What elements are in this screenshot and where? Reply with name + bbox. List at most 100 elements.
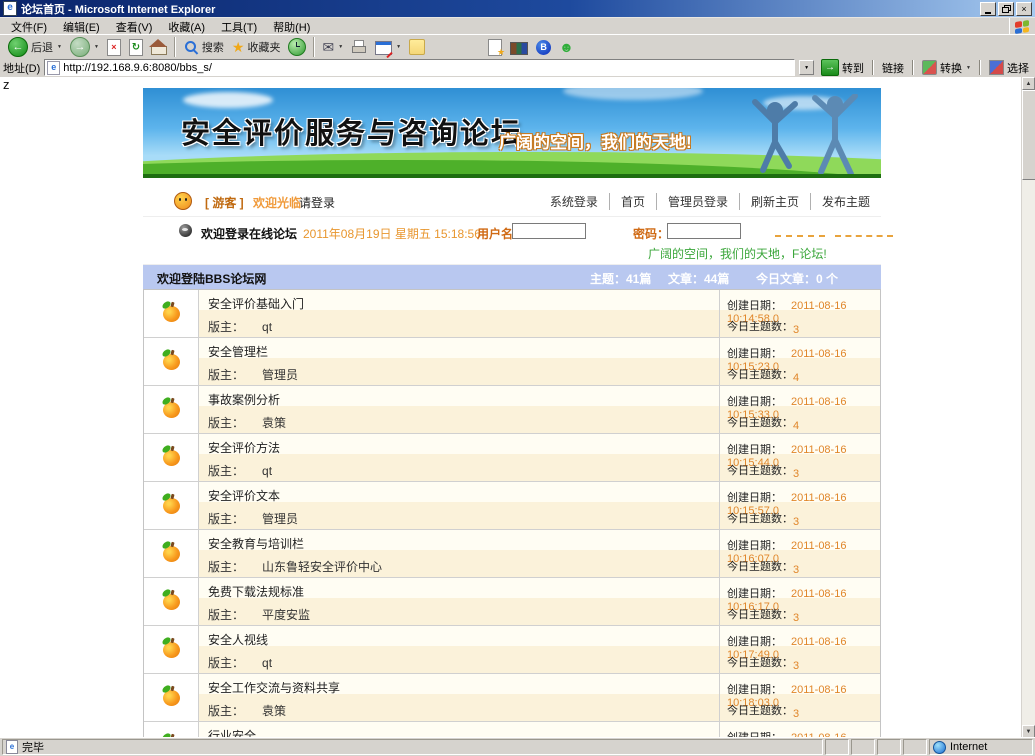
forum-title-link[interactable]: 事故案例分析 [208,391,280,408]
address-label: 地址(D) [3,60,40,76]
login-prompt-link[interactable]: 请登录 [299,194,335,211]
favorites-button[interactable]: ★ 收藏夹 [229,38,284,56]
nav-system-login[interactable]: 系统登录 [539,193,609,210]
today-label: 今日主题数： [727,702,793,718]
forward-dropdown-icon[interactable]: ▼ [94,44,99,50]
password-field[interactable] [667,223,741,239]
research-button[interactable] [507,38,531,56]
favorites-star-icon: ★ [232,40,245,54]
back-dropdown-icon[interactable]: ▼ [57,44,62,50]
forum-row[interactable]: 安全管理栏 版主：管理员 创建日期：2011-08-16 10:15:23.0 … [144,338,880,386]
links-button[interactable]: 链接 [879,60,907,76]
welcome-text: 欢迎光临 [253,194,301,211]
forum-row[interactable]: 安全教育与培训栏 版主：山东鲁轻安全评价中心 创建日期：2011-08-16 1… [144,530,880,578]
mail-dropdown-icon[interactable]: ▼ [338,44,343,50]
forum-title-link[interactable]: 安全工作交流与资料共享 [208,679,340,696]
forum-row[interactable]: 安全评价方法 版主：qt 创建日期：2011-08-16 10:15:44.0 … [144,434,880,482]
home-icon [151,46,167,55]
forum-title-link[interactable]: 安全评价方法 [208,439,280,456]
forum-title-link[interactable]: 安全管理栏 [208,343,268,360]
moderator-line: 版主：山东鲁轻安全评价中心 [208,558,382,575]
menu-tools[interactable]: 工具(T) [213,18,265,36]
edit-button[interactable]: ▼ [372,38,404,56]
history-button[interactable] [285,37,309,57]
scrollbar-thumb[interactable] [1022,90,1035,180]
minimize-button[interactable] [980,2,996,16]
nav-home[interactable]: 首页 [609,193,656,210]
title-bar: e 论坛首页 - Microsoft Internet Explorer × [0,0,1035,17]
home-button[interactable] [148,38,170,56]
status-pane [825,739,849,755]
forum-title-link[interactable]: 免费下载法规标准 [208,583,304,600]
forum-title-link[interactable]: 安全人视线 [208,631,268,648]
back-button[interactable]: ← 后退 ▼ [5,36,65,58]
login-row: 欢迎登录在线论坛 2011年08月19日 星期五 15:18:56 用户名： 密… [143,216,881,265]
moderator-label: 版主： [208,416,244,430]
forum-main-cell: 安全管理栏 版主：管理员 [199,338,720,385]
forum-title-link[interactable]: 安全评价基础入门 [208,295,304,312]
bluetooth-button[interactable]: B [533,39,554,56]
forum-title-link[interactable]: 安全教育与培训栏 [208,535,304,552]
add-favorite-button[interactable] [485,38,505,57]
username-field[interactable] [512,223,586,239]
edit-dropdown-icon[interactable]: ▼ [396,44,401,50]
status-text: 完毕 [22,739,44,755]
forum-main-cell: 安全评价基础入门 版主：qt [199,290,720,337]
print-button[interactable] [348,38,370,56]
convert-dropdown-icon[interactable]: ▼ [966,65,971,71]
nav-post-topic[interactable]: 发布主题 [810,193,881,210]
articles-count: 文章：44篇 [668,270,729,287]
moderator-line: 版主：qt [208,462,272,479]
forum-row[interactable]: 免费下载法规标准 版主：平度安监 创建日期：2011-08-16 10:16:1… [144,578,880,626]
forum-title-link[interactable]: 安全评价文本 [208,487,280,504]
menu-edit[interactable]: 编辑(E) [55,18,108,36]
stop-button[interactable]: × [104,38,124,57]
menu-file[interactable]: 文件(F) [3,18,55,36]
banner-subtitle: 广阔的空间，我们的天地! [499,128,692,153]
address-input[interactable]: e http://192.168.9.6:8080/bbs_s/ [44,59,795,76]
menu-favorites[interactable]: 收藏(A) [160,18,213,36]
forum-row[interactable]: 安全人视线 版主：qt 创建日期：2011-08-16 10:17:49.0 今… [144,626,880,674]
select-button[interactable]: 选择 [986,60,1032,76]
go-button[interactable]: → 转到 [818,59,867,76]
moderator-name: 管理员 [262,368,298,382]
today-label: 今日主题数： [727,318,793,334]
restore-button[interactable] [998,2,1014,16]
forum-row[interactable]: 行业安全 版主： 创建日期：2011-08-16 10:18:24.0 今日主题… [144,722,880,738]
moderator-name: qt [262,656,272,670]
dashed-link[interactable] [835,232,893,237]
address-url[interactable]: http://192.168.9.6:8080/bbs_s/ [63,62,794,74]
nav-admin-login[interactable]: 管理员登录 [656,193,739,210]
links-label: 链接 [882,60,904,76]
address-dropdown-button[interactable]: ▼ [799,60,814,75]
scroll-up-button[interactable]: ▲ [1022,77,1035,90]
forum-meta-cell: 创建日期：2011-08-16 10:18:03.0 今日主题数：3 [720,674,880,721]
forum-row[interactable]: 事故案例分析 版主：袁策 创建日期：2011-08-16 10:15:33.0 … [144,386,880,434]
standard-toolbar: ← 后退 ▼ → ▼ × ↻ 搜索 ★ 收藏夹 ✉ [0,34,1035,60]
status-pane [877,739,901,755]
toolbar-separator [174,37,176,57]
forward-button[interactable]: → ▼ [67,36,102,58]
forum-meta-cell: 创建日期：2011-08-16 10:17:49.0 今日主题数：3 [720,626,880,673]
forum-row[interactable]: 安全评价基础入门 版主：qt 创建日期：2011-08-16 10:14:58.… [144,290,880,338]
refresh-button[interactable]: ↻ [126,38,146,57]
mail-icon: ✉ [322,40,334,54]
convert-button[interactable]: 转换 ▼ [919,60,974,76]
search-button[interactable]: 搜索 [180,38,227,56]
menu-view[interactable]: 查看(V) [108,18,161,36]
nav-refresh-home[interactable]: 刷新主页 [739,193,810,210]
close-button[interactable]: × [1016,2,1032,16]
forum-row[interactable]: 安全工作交流与资料共享 版主：袁策 创建日期：2011-08-16 10:18:… [144,674,880,722]
forum-icon-cell [144,530,199,577]
vertical-scrollbar[interactable]: ▲ ▼ [1021,77,1035,738]
moderator-name: 袁策 [262,704,286,718]
mail-button[interactable]: ✉ ▼ [319,39,346,55]
discuss-button[interactable] [406,38,428,56]
forum-row[interactable]: 安全评价文本 版主：管理员 创建日期：2011-08-16 10:15:57.0… [144,482,880,530]
messenger-button[interactable]: ☻ [556,39,577,55]
moderator-line: 版主：qt [208,318,272,335]
moderator-label: 版主： [208,512,244,526]
menu-help[interactable]: 帮助(H) [265,18,318,36]
dashed-link[interactable] [775,232,825,237]
forum-main-cell: 免费下载法规标准 版主：平度安监 [199,578,720,625]
